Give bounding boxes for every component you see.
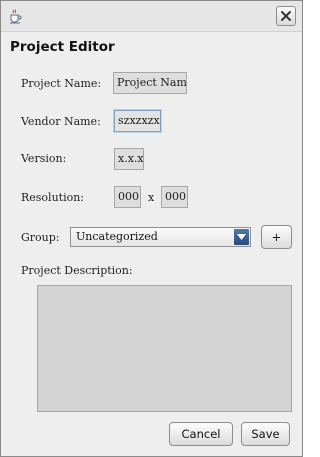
java-cup-icon — [7, 8, 23, 24]
title-bar[interactable] — [1, 1, 302, 32]
dialog-heading: Project Editor — [10, 39, 115, 55]
close-button[interactable] — [276, 6, 296, 26]
version-label: Version: — [21, 152, 67, 165]
vendor-name-label: Vendor Name: — [21, 115, 101, 128]
vendor-name-field[interactable]: szxzxzx — [114, 110, 161, 132]
cancel-button[interactable]: Cancel — [169, 422, 233, 446]
resolution-label: Resolution: — [21, 191, 85, 204]
resolution-separator: x — [148, 191, 155, 204]
project-name-field[interactable]: Project Name — [113, 72, 187, 94]
project-description-textarea[interactable] — [37, 285, 292, 412]
project-name-label: Project Name: — [21, 77, 102, 90]
dropdown-arrow[interactable] — [234, 229, 249, 245]
close-icon — [281, 11, 291, 21]
group-dropdown[interactable]: Uncategorized — [70, 227, 251, 247]
project-description-label: Project Description: — [21, 264, 133, 277]
version-field[interactable]: x.x.x — [114, 148, 144, 170]
save-button[interactable]: Save — [241, 422, 290, 446]
group-label: Group: — [21, 231, 60, 244]
project-editor-window: Project Editor Project Name: Project Nam… — [0, 0, 303, 457]
chevron-down-icon — [237, 234, 246, 240]
group-selected-value: Uncategorized — [76, 230, 158, 243]
resolution-width-field[interactable]: 000 — [114, 186, 141, 208]
resolution-height-field[interactable]: 000 — [161, 186, 188, 208]
add-group-button[interactable]: + — [261, 225, 292, 249]
